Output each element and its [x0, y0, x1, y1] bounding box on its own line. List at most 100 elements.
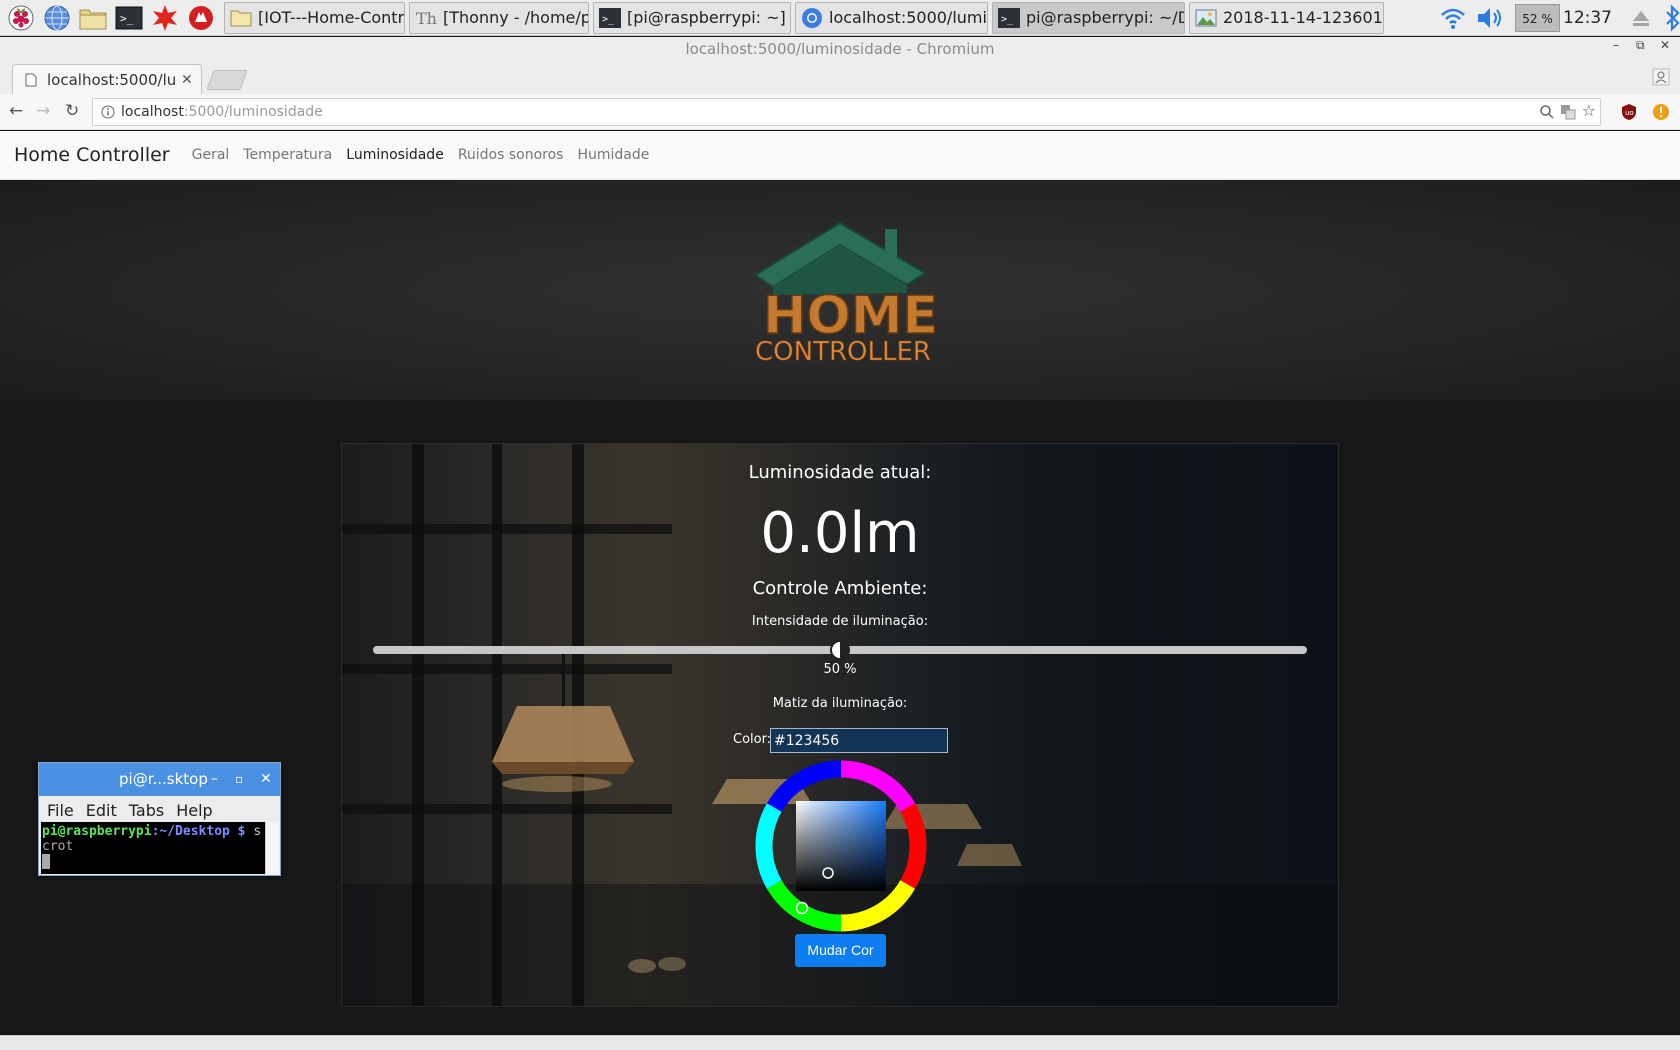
- home-controller-logo: HOME CONTROLLER: [753, 221, 935, 365]
- bookmark-star-icon[interactable]: ☆: [1582, 101, 1596, 120]
- terminal-menu-help[interactable]: Help: [176, 801, 212, 820]
- web-browser-icon[interactable]: [42, 3, 72, 33]
- terminal-titlebar[interactable]: pi@r...sktop – ▫ ✕: [39, 763, 280, 796]
- task-label: [pi@raspberrypi: ~]: [627, 8, 786, 27]
- browser-toolbar: ← → ↻ localhost:5000/luminosidade ☆ uo: [0, 94, 1680, 130]
- clock[interactable]: 12:37: [1563, 8, 1612, 28]
- forward-icon[interactable]: →: [36, 102, 50, 120]
- info-icon[interactable]: [101, 105, 115, 119]
- terminal-output[interactable]: pi@raspberrypi:~/Desktop $ s crot: [41, 822, 265, 874]
- color-input[interactable]: [770, 728, 948, 753]
- prompt-user: pi@raspberrypi: [42, 824, 152, 839]
- folder-icon: [230, 10, 252, 26]
- wolfram-icon[interactable]: [186, 3, 216, 33]
- site-brand[interactable]: Home Controller: [14, 144, 170, 166]
- bluetooth-icon[interactable]: [1662, 4, 1680, 32]
- terminal-scrollbar[interactable]: [265, 822, 279, 874]
- task-terminal-desktop[interactable]: >_ pi@raspberrypi: ~/D...: [992, 1, 1185, 34]
- task-label: 2018-11-14-123601...: [1223, 8, 1384, 27]
- translate-icon[interactable]: [1560, 104, 1576, 120]
- svg-text:>_: >_: [602, 14, 615, 25]
- terminal-menu-tabs[interactable]: Tabs: [129, 801, 164, 820]
- profile-icon[interactable]: [1652, 68, 1670, 86]
- wifi-icon[interactable]: [1439, 5, 1467, 31]
- back-icon[interactable]: ←: [9, 102, 23, 120]
- url-host: localhost: [121, 104, 184, 120]
- nav-geral[interactable]: Geral: [192, 147, 230, 163]
- terminal-icon: >_: [998, 7, 1020, 28]
- ambient-control-label: Controle Ambiente:: [752, 578, 928, 599]
- luminosity-card: Luminosidade atual: 0.0lm Controle Ambie…: [341, 443, 1339, 1007]
- horizontal-scrollbar[interactable]: [0, 1035, 1680, 1050]
- window-title: localhost:5000/luminosidade - Chromium: [0, 37, 1680, 62]
- task-chromium[interactable]: localhost:5000/lumi...: [795, 1, 988, 34]
- image-icon: [1195, 9, 1217, 26]
- terminal-maximize-icon[interactable]: ▫: [235, 763, 243, 796]
- mathematica-icon[interactable]: [150, 3, 180, 33]
- intensity-value: 50 %: [823, 662, 857, 677]
- close-window-icon[interactable]: ✕: [1660, 38, 1670, 52]
- command-text-wrap: crot: [42, 839, 74, 854]
- eject-icon[interactable]: [1630, 7, 1652, 29]
- terminal-icon: >_: [599, 7, 621, 28]
- raspberry-menu-icon[interactable]: [6, 3, 36, 33]
- zoom-icon[interactable]: [1540, 105, 1554, 119]
- nav-luminosidade[interactable]: Luminosidade: [346, 147, 444, 163]
- volume-icon[interactable]: [1475, 5, 1505, 31]
- close-tab-icon[interactable]: ✕: [181, 72, 193, 88]
- minimize-icon[interactable]: –: [1613, 38, 1619, 52]
- cpu-monitor[interactable]: 52 %: [1515, 4, 1560, 32]
- color-wheel-picker[interactable]: [755, 760, 927, 932]
- task-label: localhost:5000/lumi...: [829, 8, 988, 27]
- terminal-close-icon[interactable]: ✕: [260, 763, 272, 796]
- task-thonny[interactable]: Th [Thonny - /home/pi...: [409, 1, 589, 34]
- color-label: Color:: [733, 732, 772, 747]
- task-label: pi@raspberrypi: ~/D...: [1026, 8, 1184, 27]
- maximize-icon[interactable]: ⧉: [1636, 38, 1645, 53]
- new-tab-button[interactable]: [206, 70, 248, 90]
- terminal-title: pi@r...sktop: [119, 770, 208, 788]
- logo-bottom-text: CONTROLLER: [755, 337, 931, 365]
- system-taskbar: >_ [IOT---Home-Controll... Th [Thonny - …: [0, 0, 1680, 36]
- alert-icon[interactable]: [1652, 103, 1670, 121]
- task-label: [IOT---Home-Controll...: [258, 8, 404, 27]
- intensity-label: Intensidade de iluminação:: [751, 614, 929, 629]
- prompt-path: :~/Desktop $: [151, 824, 246, 839]
- terminal-menu-file[interactable]: File: [47, 801, 74, 820]
- svg-text:>_: >_: [120, 12, 134, 25]
- terminal-menu-edit[interactable]: Edit: [86, 801, 117, 820]
- task-file-manager[interactable]: [IOT---Home-Controll...: [224, 1, 405, 34]
- site-navbar: Home Controller Geral Temperatura Lumino…: [0, 131, 1680, 180]
- current-luminosity-label: Luminosidade atual:: [748, 462, 932, 483]
- nav-temperatura[interactable]: Temperatura: [243, 147, 332, 163]
- browser-tab[interactable]: localhost:5000/lu ✕: [12, 64, 202, 94]
- tab-strip: localhost:5000/lu ✕: [0, 62, 1680, 94]
- url-path: :5000/luminosidade: [183, 104, 323, 120]
- terminal-launcher-icon[interactable]: >_: [114, 3, 144, 33]
- address-bar[interactable]: localhost:5000/luminosidade ☆: [92, 98, 1601, 126]
- svg-text:Th: Th: [416, 9, 437, 28]
- intensity-slider-thumb[interactable]: [830, 640, 850, 660]
- system-tray: 52 % 12:37: [1439, 0, 1680, 36]
- thonny-icon: Th: [416, 9, 437, 28]
- tab-title: localhost:5000/lu: [47, 70, 175, 89]
- nav-humidade[interactable]: Humidade: [577, 147, 649, 163]
- terminal-window: pi@r...sktop – ▫ ✕ File Edit Tabs Help p…: [38, 762, 281, 876]
- page-icon: [25, 73, 37, 86]
- chromium-icon: [802, 7, 822, 28]
- svg-text:>_: >_: [1001, 14, 1014, 25]
- nav-ruidos-sonoros[interactable]: Ruidos sonoros: [458, 147, 564, 163]
- change-color-button[interactable]: Mudar Cor: [795, 934, 886, 967]
- terminal-menubar: File Edit Tabs Help: [39, 796, 280, 824]
- command-text: s: [245, 824, 262, 839]
- terminal-minimize-icon[interactable]: –: [211, 763, 218, 796]
- reload-icon[interactable]: ↻: [65, 102, 79, 120]
- ublock-icon[interactable]: uo: [1620, 103, 1638, 121]
- file-manager-icon[interactable]: [78, 3, 108, 33]
- task-label: [Thonny - /home/pi...: [443, 8, 588, 27]
- hero-banner: HOME CONTROLLER: [0, 180, 1680, 400]
- svg-text:uo: uo: [1625, 109, 1634, 117]
- task-terminal-home[interactable]: >_ [pi@raspberrypi: ~]: [593, 1, 791, 34]
- terminal-cursor: [42, 854, 50, 869]
- task-image-viewer[interactable]: 2018-11-14-123601...: [1189, 1, 1384, 34]
